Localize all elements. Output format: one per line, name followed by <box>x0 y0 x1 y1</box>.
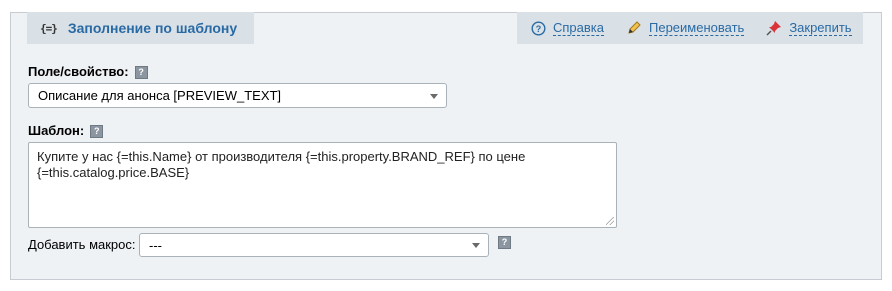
chevron-down-icon <box>472 243 480 248</box>
macro-label: Добавить макрос: <box>28 237 136 252</box>
resize-grip-icon[interactable] <box>606 217 614 225</box>
panel-title: Заполнение по шаблону <box>67 20 238 36</box>
pin-link-label: Закрепить <box>789 19 852 36</box>
template-braces-icon: {=} <box>40 21 58 35</box>
help-link-label: Справка <box>553 19 604 36</box>
macro-select-value: --- <box>149 237 162 253</box>
template-label: Шаблон:? <box>28 123 104 139</box>
help-link[interactable]: ? Справка <box>531 19 604 36</box>
field-select-value: Описание для анонса [PREVIEW_TEXT] <box>38 88 282 103</box>
template-text-line-2: {=this.catalog.price.BASE} <box>37 165 190 180</box>
help-circle-icon: ? <box>531 20 546 36</box>
pin-icon <box>766 20 782 36</box>
rename-link-label: Переименовать <box>649 19 745 36</box>
rename-link[interactable]: Переименовать <box>626 19 745 36</box>
field-select[interactable]: Описание для анонса [PREVIEW_TEXT] <box>28 83 447 108</box>
macro-help-icon[interactable]: ? <box>498 236 511 249</box>
header-actions: ? Справка Переименовать Закрепить <box>517 12 863 44</box>
chevron-down-icon <box>430 93 438 99</box>
field-help-icon[interactable]: ? <box>134 66 148 80</box>
pencil-icon <box>626 20 642 36</box>
template-help-icon[interactable]: ? <box>90 125 104 139</box>
field-label: Поле/свойство:? <box>28 64 148 80</box>
template-textarea[interactable]: Купите у нас {=this.Name} от производите… <box>28 142 617 228</box>
panel-header-tab: {=} Заполнение по шаблону <box>27 12 254 44</box>
pin-link[interactable]: Закрепить <box>766 19 852 36</box>
macro-select[interactable]: --- <box>139 233 489 257</box>
template-text-line-1: Купите у нас {=this.Name} от производите… <box>37 149 526 164</box>
svg-text:?: ? <box>536 24 542 34</box>
